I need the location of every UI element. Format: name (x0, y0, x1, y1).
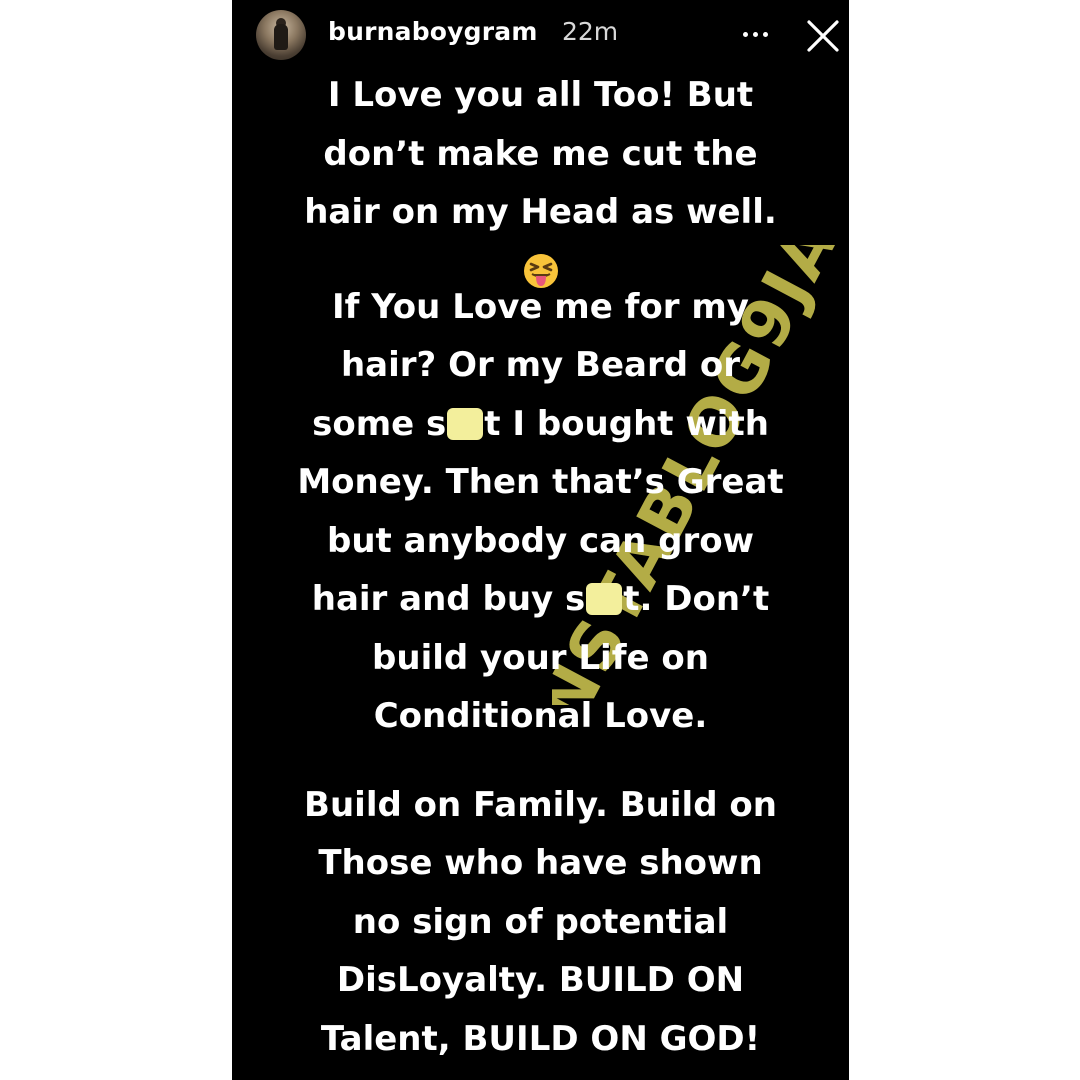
caption-line: Talent, BUILD ON GOD! (320, 1018, 761, 1059)
caption-line: Money. Then that’s Great (297, 462, 784, 502)
caption-line: hair and buy s t. Don’t (232, 570, 849, 629)
avatar-figure-body (274, 24, 288, 50)
caption-line: hair? Or my Beard or (340, 345, 741, 385)
caption-line: no sign of potential (352, 901, 729, 942)
caption-line: I Love you all Too! But (327, 75, 754, 115)
close-icon[interactable] (806, 19, 840, 53)
squinting-face-with-tongue-emoji (523, 253, 558, 288)
more-options-icon[interactable] (740, 24, 770, 44)
censor-block (447, 407, 484, 440)
dot (752, 31, 758, 37)
timestamp: 22m (562, 17, 619, 46)
caption-line: DisLoyalty. BUILD ON (336, 960, 745, 1000)
caption-line: Conditional Love. (373, 696, 708, 736)
caption-line: Those who have shown (318, 843, 763, 883)
caption-fragment: some s (312, 403, 447, 444)
dot (742, 31, 748, 37)
caption-line: don’t make me cut the (323, 133, 758, 174)
caption-line: Build on Family. Build on (304, 784, 777, 825)
caption-line: hair on my Head as well. (304, 192, 777, 232)
story-caption: I Love you all Too! But don’t make me cu… (232, 66, 849, 1068)
story-view: burnaboygram 22m INSTABLOG9JA I Love you… (232, 0, 849, 1080)
censor-block (586, 583, 623, 615)
dot (762, 31, 768, 37)
caption-line: some s t I bought with (232, 395, 849, 454)
story-header: burnaboygram 22m (232, 0, 849, 70)
caption-fragment: t I bought with (484, 403, 769, 444)
caption-line: build your Life on (372, 637, 709, 678)
username[interactable]: burnaboygram (328, 17, 538, 46)
caption-fragment: t. Don’t (623, 579, 770, 619)
avatar[interactable] (256, 10, 306, 60)
caption-fragment: hair and buy s (311, 579, 586, 619)
caption-line: but anybody can grow (327, 520, 754, 561)
